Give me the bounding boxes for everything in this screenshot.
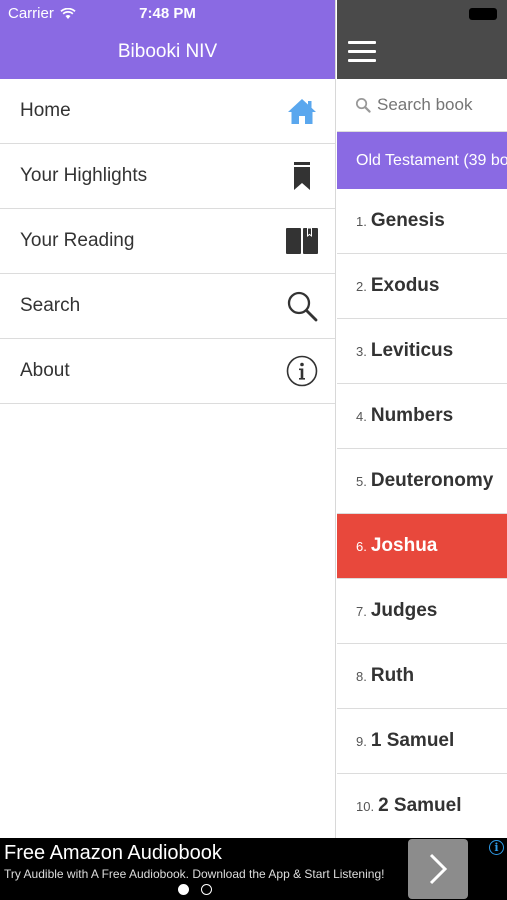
menu-item-search[interactable]: Search xyxy=(0,274,335,339)
book-number: 10. xyxy=(356,798,375,814)
book-row[interactable]: 8. Ruth xyxy=(337,644,507,709)
book-name: Leviticus xyxy=(370,340,454,361)
panel-header xyxy=(337,0,507,79)
book-icon xyxy=(285,224,319,258)
book-number: 4. xyxy=(356,408,367,424)
ad-title: Free Amazon Audiobook xyxy=(4,842,222,864)
ad-subtitle: Try Audible with A Free Audiobook. Downl… xyxy=(4,867,385,881)
book-list: 1. Genesis 2. Exodus 3. Leviticus 4. Numbers 5. D… xyxy=(337,189,507,838)
book-name: 1 Samuel xyxy=(370,730,455,751)
book-number: 2. xyxy=(356,278,367,294)
menu-item-highlights[interactable]: Your Highlights xyxy=(0,144,335,209)
menu-item-reading[interactable]: Your Reading xyxy=(0,209,335,274)
book-number: 7. xyxy=(356,603,367,619)
home-icon xyxy=(285,94,319,128)
side-drawer: Carrier 7:48 PM Bibooki NIV Home Your Hi… xyxy=(0,0,336,838)
battery-icon xyxy=(469,8,497,20)
book-name: Exodus xyxy=(370,275,440,296)
page-dot xyxy=(201,884,212,895)
book-search-bar xyxy=(337,79,507,132)
chevron-right-icon xyxy=(429,853,448,885)
menu-item-label: Your Highlights xyxy=(20,165,148,186)
status-time: 7:48 PM xyxy=(139,5,196,22)
menu-item-label: Home xyxy=(20,100,71,121)
menu-item-label: About xyxy=(20,360,70,381)
book-row[interactable]: 1. Genesis xyxy=(337,189,507,254)
menu-item-label: Your Reading xyxy=(20,230,135,251)
app-title: Bibooki NIV xyxy=(117,41,218,62)
book-number: 1. xyxy=(356,213,367,229)
book-name: 2 Samuel xyxy=(378,795,462,816)
book-name: Joshua xyxy=(370,535,438,556)
search-book-input[interactable] xyxy=(377,95,507,115)
book-name: Genesis xyxy=(370,210,445,231)
drawer-menu: Home Your Highlights Your Reading Search… xyxy=(0,79,335,404)
book-row[interactable]: 5. Deuteronomy xyxy=(337,449,507,514)
book-name: Deuteronomy xyxy=(370,470,494,491)
menu-item-label: Search xyxy=(20,295,81,316)
menu-item-about[interactable]: About xyxy=(0,339,335,404)
book-name: Numbers xyxy=(370,405,454,426)
book-list-panel: Old Testament (39 books) 1.Genesis2.Exod… xyxy=(337,0,507,838)
ad-info-icon[interactable]: i xyxy=(489,840,504,855)
ad-page-indicator xyxy=(178,884,212,895)
book-number: 9. xyxy=(356,733,367,749)
book-number: 3. xyxy=(356,343,367,359)
drawer-header: Carrier 7:48 PM Bibooki NIV xyxy=(0,0,335,79)
book-number: 6. xyxy=(356,538,367,554)
book-name: Judges xyxy=(370,600,438,621)
info-icon xyxy=(285,354,319,388)
book-row[interactable]: 3. Leviticus xyxy=(337,319,507,384)
ad-banner[interactable]: Free Amazon Audiobook Try Audible with A… xyxy=(0,838,507,900)
search-icon xyxy=(285,289,319,323)
book-number: 5. xyxy=(356,473,367,489)
book-name: Ruth xyxy=(370,665,415,686)
menu-item-home[interactable]: Home xyxy=(0,79,335,144)
search-icon xyxy=(355,97,371,113)
book-number: 8. xyxy=(356,668,367,684)
bookmark-icon xyxy=(285,159,319,193)
book-row[interactable]: 6. Joshua xyxy=(337,514,507,579)
section-header-old-testament[interactable]: Old Testament (39 books) xyxy=(337,132,507,189)
status-bar: Carrier 7:48 PM xyxy=(0,0,335,28)
book-row[interactable]: 4. Numbers xyxy=(337,384,507,449)
book-row[interactable]: 10. 2 Samuel xyxy=(337,774,507,838)
page-dot xyxy=(178,884,189,895)
book-row[interactable]: 2. Exodus xyxy=(337,254,507,319)
menu-toggle-icon[interactable] xyxy=(348,41,376,63)
book-row[interactable]: 7. Judges xyxy=(337,579,507,644)
ad-next-button[interactable] xyxy=(408,839,468,899)
book-row[interactable]: 9. 1 Samuel xyxy=(337,709,507,774)
